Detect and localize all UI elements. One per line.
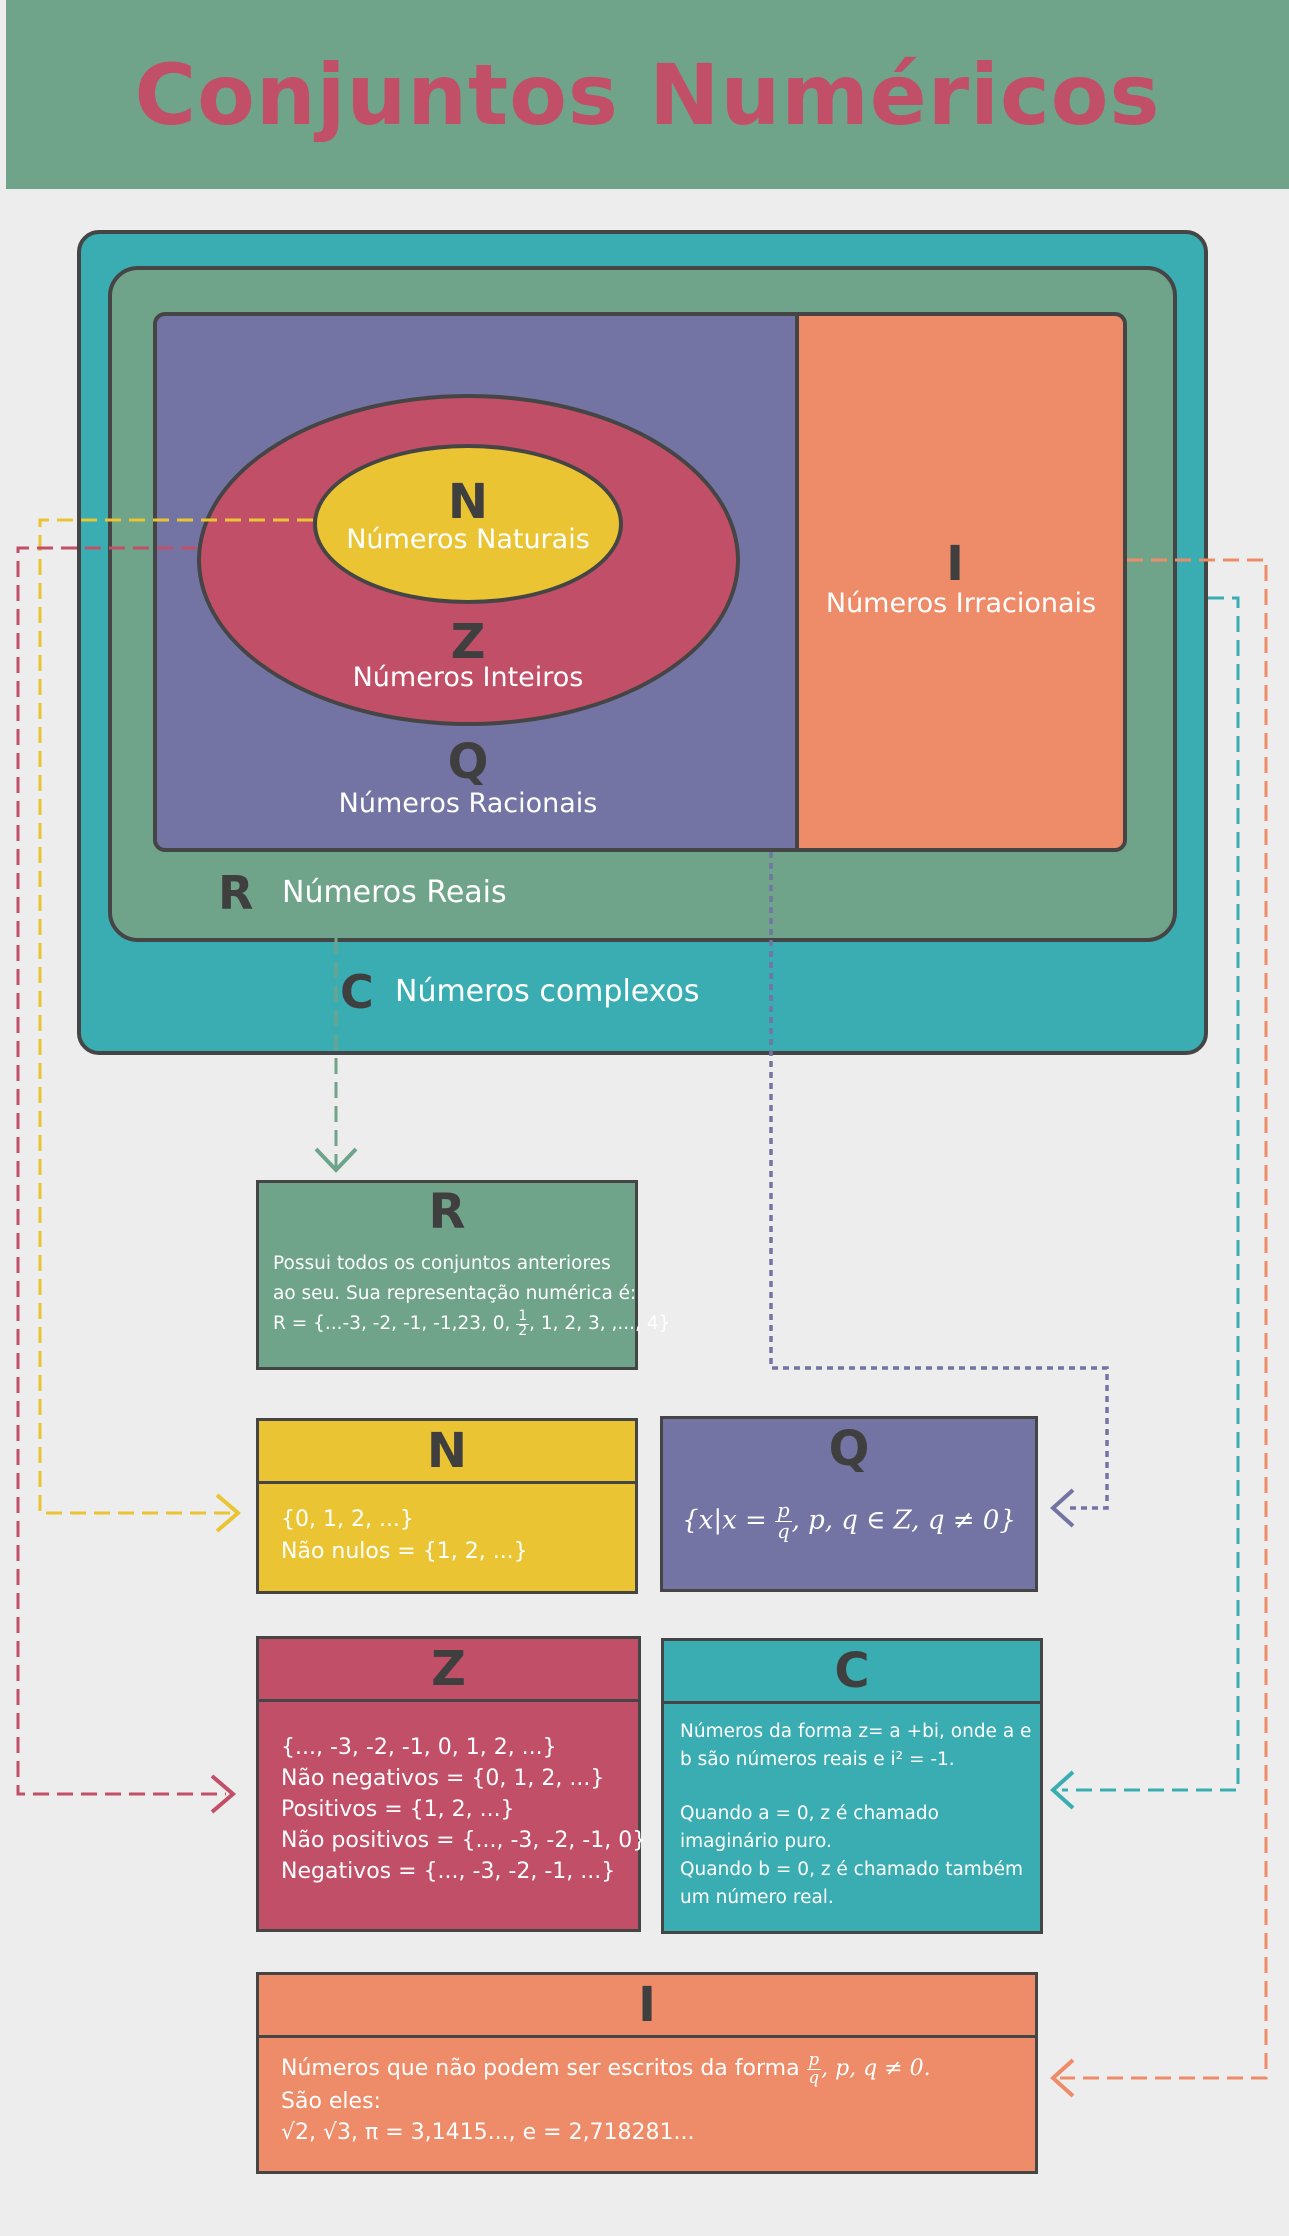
- complex-connector: [1062, 596, 1240, 1792]
- card-complex-body: Números da forma z= a +bi, onde a e b sã…: [664, 1704, 1040, 1912]
- card-rational-formula-prefix: {x|x =: [682, 1505, 776, 1536]
- card-real-set-suffix: , 1, 2, 3, ,..., 4}: [529, 1313, 671, 1334]
- card-real-body: Possui todos os conjuntos anteriores ao …: [259, 1241, 670, 1339]
- fraction-denominator: 2: [518, 1322, 528, 1339]
- card-complex-line2: b são números reais e i² = -1.: [680, 1749, 955, 1770]
- card-complex-line5: Quando b = 0, z é chamado também: [680, 1859, 1023, 1880]
- card-complex-line4: imaginário puro.: [680, 1831, 832, 1852]
- card-real-line3: R = {...-3, -2, -1, -1,23, 0, 12, 1, 2, …: [273, 1309, 670, 1339]
- card-rational: Q {x|x = pq, p, q ∈ Z, q ≠ 0}: [660, 1416, 1038, 1592]
- card-irrational-fraction: pq: [806, 2050, 822, 2087]
- card-real-set-prefix: R = {...-3, -2, -1, -1,23, 0,: [273, 1313, 517, 1334]
- card-real-line2: ao seu. Sua representação numérica é:: [273, 1283, 637, 1304]
- card-rational-title: Q: [828, 1421, 870, 1477]
- fraction-numerator: p: [775, 1499, 792, 1522]
- card-rational-formula-suffix: , p, q ∈ Z, q ≠ 0}: [791, 1505, 1016, 1536]
- card-natural-line1: {0, 1, 2, ...}: [281, 1507, 414, 1532]
- card-natural-body: {0, 1, 2, ...} Não nulos = {1, 2, ...}: [259, 1484, 635, 1568]
- card-irrational-body: Números que não podem ser escritos da fo…: [259, 2038, 1035, 2148]
- fraction-numerator: p: [806, 2050, 822, 2070]
- card-integer-title: Z: [259, 1639, 638, 1702]
- card-complex-line1: Números da forma z= a +bi, onde a e: [680, 1721, 1032, 1742]
- card-irrational-line3: √2, √3, π = 3,1415..., e = 2,718281...: [281, 2120, 695, 2145]
- card-irrational-line1: Números que não podem ser escritos da fo…: [281, 2050, 1013, 2087]
- card-integer-line: {..., -3, -2, -1, 0, 1, 2, ...}: [281, 1735, 557, 1760]
- card-complex-line3: Quando a = 0, z é chamado: [680, 1803, 939, 1824]
- card-rational-fraction: pq: [775, 1499, 792, 1543]
- card-real-line1: Possui todos os conjuntos anteriores: [273, 1253, 611, 1274]
- card-complex: C Números da forma z= a +bi, onde a e b …: [661, 1638, 1043, 1934]
- card-real: R Possui todos os conjuntos anteriores a…: [256, 1180, 670, 1370]
- card-integer-line: Não negativos = {0, 1, 2, ...}: [281, 1766, 605, 1791]
- connector-lines: [16, 518, 1268, 2098]
- card-irrational-line2: São eles:: [281, 2089, 381, 2114]
- card-natural-title: N: [259, 1421, 635, 1484]
- card-irrational-title: I: [259, 1975, 1035, 2038]
- card-integer-line: Negativos = {..., -3, -2, -1, ...}: [281, 1859, 616, 1884]
- card-integer: Z {..., -3, -2, -1, 0, 1, 2, ...} Não ne…: [256, 1636, 647, 1932]
- card-complex-line6: um número real.: [680, 1887, 834, 1908]
- integer-connector: [16, 546, 226, 1796]
- card-irrational: I Números que não podem ser escritos da …: [256, 1972, 1038, 2174]
- card-complex-title: C: [664, 1641, 1040, 1704]
- fraction-denominator: q: [808, 2067, 820, 2087]
- card-integer-line: Positivos = {1, 2, ...}: [281, 1797, 515, 1822]
- card-rational-body: {x|x = pq, p, q ∈ Z, q ≠ 0}: [663, 1479, 1035, 1541]
- card-irrational-line1-prefix: Números que não podem ser escritos da fo…: [281, 2056, 807, 2081]
- card-integer-body: {..., -3, -2, -1, 0, 1, 2, ...} Não nega…: [259, 1702, 647, 1887]
- card-real-title: R: [428, 1184, 466, 1240]
- irrational-connector: [1060, 558, 1268, 2080]
- rational-connector: [769, 852, 1109, 1510]
- fraction-denominator: q: [777, 1519, 790, 1543]
- card-irrational-line1-suffix: , p, q ≠ 0.: [821, 2056, 931, 2081]
- card-integer-line: Não positivos = {..., -3, -2, -1, 0}: [281, 1828, 647, 1853]
- card-real-fraction: 12: [516, 1309, 530, 1339]
- card-natural-line2: Não nulos = {1, 2, ...}: [281, 1539, 528, 1564]
- card-natural: N {0, 1, 2, ...} Não nulos = {1, 2, ...}: [256, 1418, 638, 1594]
